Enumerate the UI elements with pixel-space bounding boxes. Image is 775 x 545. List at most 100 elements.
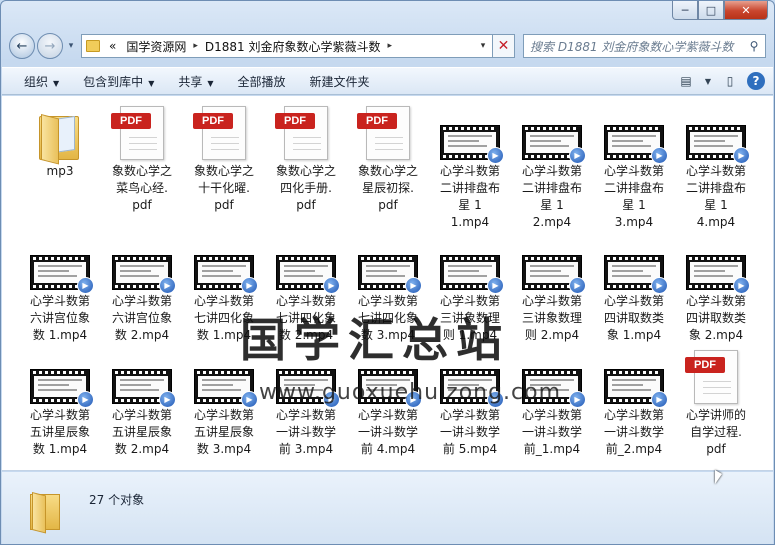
file-item-mp4[interactable]: ▶ 心学斗数第 二讲排盘布 星 1 2.mp4 <box>511 104 593 231</box>
play-all-button[interactable]: 全部播放 <box>226 73 298 90</box>
file-item-mp4[interactable]: ▶ 心学斗数第 三讲象数理 则 2.mp4 <box>511 234 593 344</box>
video-thumbnail-icon: ▶ <box>511 234 593 294</box>
new-folder-button[interactable]: 新建文件夹 <box>298 73 382 90</box>
play-badge-icon: ▶ <box>569 277 586 294</box>
address-dropdown[interactable]: ▾ <box>474 41 492 51</box>
file-name: 心学斗数第 四讲取数类 象 2.mp4 <box>685 294 746 342</box>
help-icon[interactable]: ? <box>747 72 765 90</box>
folder-icon <box>19 104 101 165</box>
file-name: 心学斗数第 五讲星辰象 数 2.mp4 <box>111 408 172 456</box>
file-item-pdf[interactable]: PDF 象数心学之 菜鸟心经. pdf <box>101 104 183 214</box>
include-in-library-button[interactable]: 包含到库中 ▼ <box>71 73 166 90</box>
refresh-x-icon: ✕ <box>497 38 510 54</box>
file-list: mp3 PDF 象数心学之 菜鸟心经. pdf PDF 象数心学之 十干化曜. pdf P… <box>2 96 773 471</box>
maximize-icon[interactable]: □ <box>698 1 724 20</box>
file-name: 心学斗数第 五讲星辰象 数 1.mp4 <box>29 408 90 456</box>
file-item-mp4[interactable]: ▶ 心学斗数第 六讲宫位象 数 2.mp4 <box>101 234 183 344</box>
video-thumbnail-icon: ▶ <box>183 234 265 294</box>
play-badge-icon: ▶ <box>323 277 340 294</box>
file-item-mp4[interactable]: ▶ 心学斗数第 二讲排盘布 星 1 3.mp4 <box>593 104 675 231</box>
play-badge-icon: ▶ <box>487 147 504 164</box>
arrow-left-icon: ← <box>16 38 28 54</box>
file-name: 心学斗数第 六讲宫位象 数 1.mp4 <box>29 294 90 342</box>
file-name: 心学讲师的 自学过程. pdf <box>685 408 746 456</box>
back-button[interactable]: ← <box>9 33 35 59</box>
video-thumbnail-icon: ▶ <box>265 234 347 294</box>
video-thumbnail-icon: ▶ <box>19 348 101 408</box>
play-badge-icon: ▶ <box>487 277 504 294</box>
file-item-folder[interactable]: mp3 <box>19 104 101 180</box>
address-bar[interactable]: « 国学资源网 ▸ D1881 刘金府象数心学紫薇斗数 ▸ ▾ <box>81 34 493 58</box>
file-name: 心学斗数第 一讲斗数学 前 3.mp4 <box>275 408 336 456</box>
search-icon[interactable]: ⚲ <box>743 39 765 53</box>
video-thumbnail-icon: ▶ <box>511 104 593 164</box>
pdf-file-icon: PDF <box>183 104 265 160</box>
chevron-right-icon[interactable]: ▸ <box>386 41 395 51</box>
search-input[interactable]: 搜索 D1881 刘金府象数心学紫薇斗数 ⚲ <box>523 34 766 58</box>
video-thumbnail-icon: ▶ <box>101 234 183 294</box>
file-item-mp4[interactable]: ▶ 心学斗数第 一讲斗数学 前_2.mp4 <box>593 348 675 458</box>
file-item-pdf[interactable]: PDF 象数心学之 十干化曜. pdf <box>183 104 265 214</box>
file-item-mp4[interactable]: ▶ 心学斗数第 四讲取数类 象 2.mp4 <box>675 234 757 344</box>
watermark-url: www.guoxuehuizong.com <box>259 380 562 405</box>
file-item-mp4[interactable]: ▶ 心学斗数第 二讲排盘布 星 1 4.mp4 <box>675 104 757 231</box>
item-count: 27 个对象 <box>89 493 145 507</box>
close-icon[interactable]: ✕ <box>724 1 768 20</box>
pdf-file-icon: PDF <box>265 104 347 160</box>
file-name: 心学斗数第 二讲排盘布 星 1 1.mp4 <box>439 164 500 229</box>
file-name: 象数心学之 十干化曜. pdf <box>193 164 254 212</box>
explorer-window: ─ □ ✕ ← → ▾ « 国学资源网 ▸ D1881 刘金府象数心学紫薇斗数 … <box>0 0 775 545</box>
file-item-mp4[interactable]: ▶ 心学斗数第 六讲宫位象 数 1.mp4 <box>19 234 101 344</box>
dropdown-icon: ▼ <box>207 78 214 88</box>
chevron-right-icon[interactable]: ▸ <box>191 41 200 51</box>
video-thumbnail-icon: ▶ <box>593 104 675 164</box>
file-item-mp4[interactable]: ▶ 心学斗数第 二讲排盘布 星 1 1.mp4 <box>429 104 511 231</box>
command-bar: 组织 ▼ 包含到库中 ▼ 共享 ▼ 全部播放 新建文件夹 ▤ ▼ ▯ ? <box>2 67 773 95</box>
file-item-pdf[interactable]: PDF 心学讲师的 自学过程. pdf <box>675 348 757 458</box>
play-badge-icon: ▶ <box>569 391 586 408</box>
play-badge-icon: ▶ <box>733 277 750 294</box>
view-options-icon[interactable]: ▤ <box>675 71 697 91</box>
arrow-right-icon: → <box>44 38 56 54</box>
mouse-cursor-icon <box>715 470 722 484</box>
file-item-mp4[interactable]: ▶ 心学斗数第 五讲星辰象 数 1.mp4 <box>19 348 101 458</box>
view-dropdown-icon[interactable]: ▼ <box>703 71 713 91</box>
file-item-pdf[interactable]: PDF 象数心学之 四化手册. pdf <box>265 104 347 214</box>
dropdown-icon: ▼ <box>148 78 155 88</box>
play-badge-icon: ▶ <box>159 391 176 408</box>
navigation-bar: ← → ▾ « 国学资源网 ▸ D1881 刘金府象数心学紫薇斗数 ▸ ▾ ✕ … <box>9 31 766 61</box>
file-name: 心学斗数第 一讲斗数学 前 5.mp4 <box>439 408 500 456</box>
video-thumbnail-icon: ▶ <box>675 234 757 294</box>
preview-pane-icon[interactable]: ▯ <box>719 71 741 91</box>
file-name: 象数心学之 四化手册. pdf <box>275 164 336 212</box>
play-badge-icon: ▶ <box>241 391 258 408</box>
file-name: 心学斗数第 二讲排盘布 星 1 2.mp4 <box>521 164 582 229</box>
pdf-file-icon: PDF <box>347 104 429 160</box>
play-badge-icon: ▶ <box>733 147 750 164</box>
minimize-icon[interactable]: ─ <box>672 1 698 20</box>
file-item-pdf[interactable]: PDF 象数心学之 星辰初探. pdf <box>347 104 429 214</box>
video-thumbnail-icon: ▶ <box>429 104 511 164</box>
file-item-mp4[interactable]: ▶ 心学斗数第 五讲星辰象 数 2.mp4 <box>101 348 183 458</box>
file-item-mp4[interactable]: ▶ 心学斗数第 四讲取数类 象 1.mp4 <box>593 234 675 344</box>
video-thumbnail-icon: ▶ <box>19 234 101 294</box>
video-thumbnail-icon: ▶ <box>593 234 675 294</box>
pdf-file-icon: PDF <box>101 104 183 160</box>
breadcrumb-item[interactable]: 国学资源网 <box>121 38 191 55</box>
recent-pages-dropdown[interactable]: ▾ <box>65 41 77 51</box>
breadcrumb-overflow[interactable]: « <box>104 39 121 53</box>
watermark-text: 国学汇总站 <box>240 313 510 367</box>
file-name: 心学斗数第 一讲斗数学 前_1.mp4 <box>521 408 582 456</box>
play-badge-icon: ▶ <box>405 277 422 294</box>
file-name: 心学斗数第 五讲星辰象 数 3.mp4 <box>193 408 254 456</box>
file-name: 心学斗数第 三讲象数理 则 2.mp4 <box>521 294 582 342</box>
organize-button[interactable]: 组织 ▼ <box>12 73 71 90</box>
play-badge-icon: ▶ <box>569 147 586 164</box>
breadcrumb-item[interactable]: D1881 刘金府象数心学紫薇斗数 <box>200 38 386 55</box>
play-badge-icon: ▶ <box>651 147 668 164</box>
folder-icon <box>86 40 100 52</box>
forward-button[interactable]: → <box>37 33 63 59</box>
refresh-button[interactable]: ✕ <box>493 34 515 58</box>
share-button[interactable]: 共享 ▼ <box>166 73 225 90</box>
pdf-file-icon: PDF <box>675 348 757 404</box>
